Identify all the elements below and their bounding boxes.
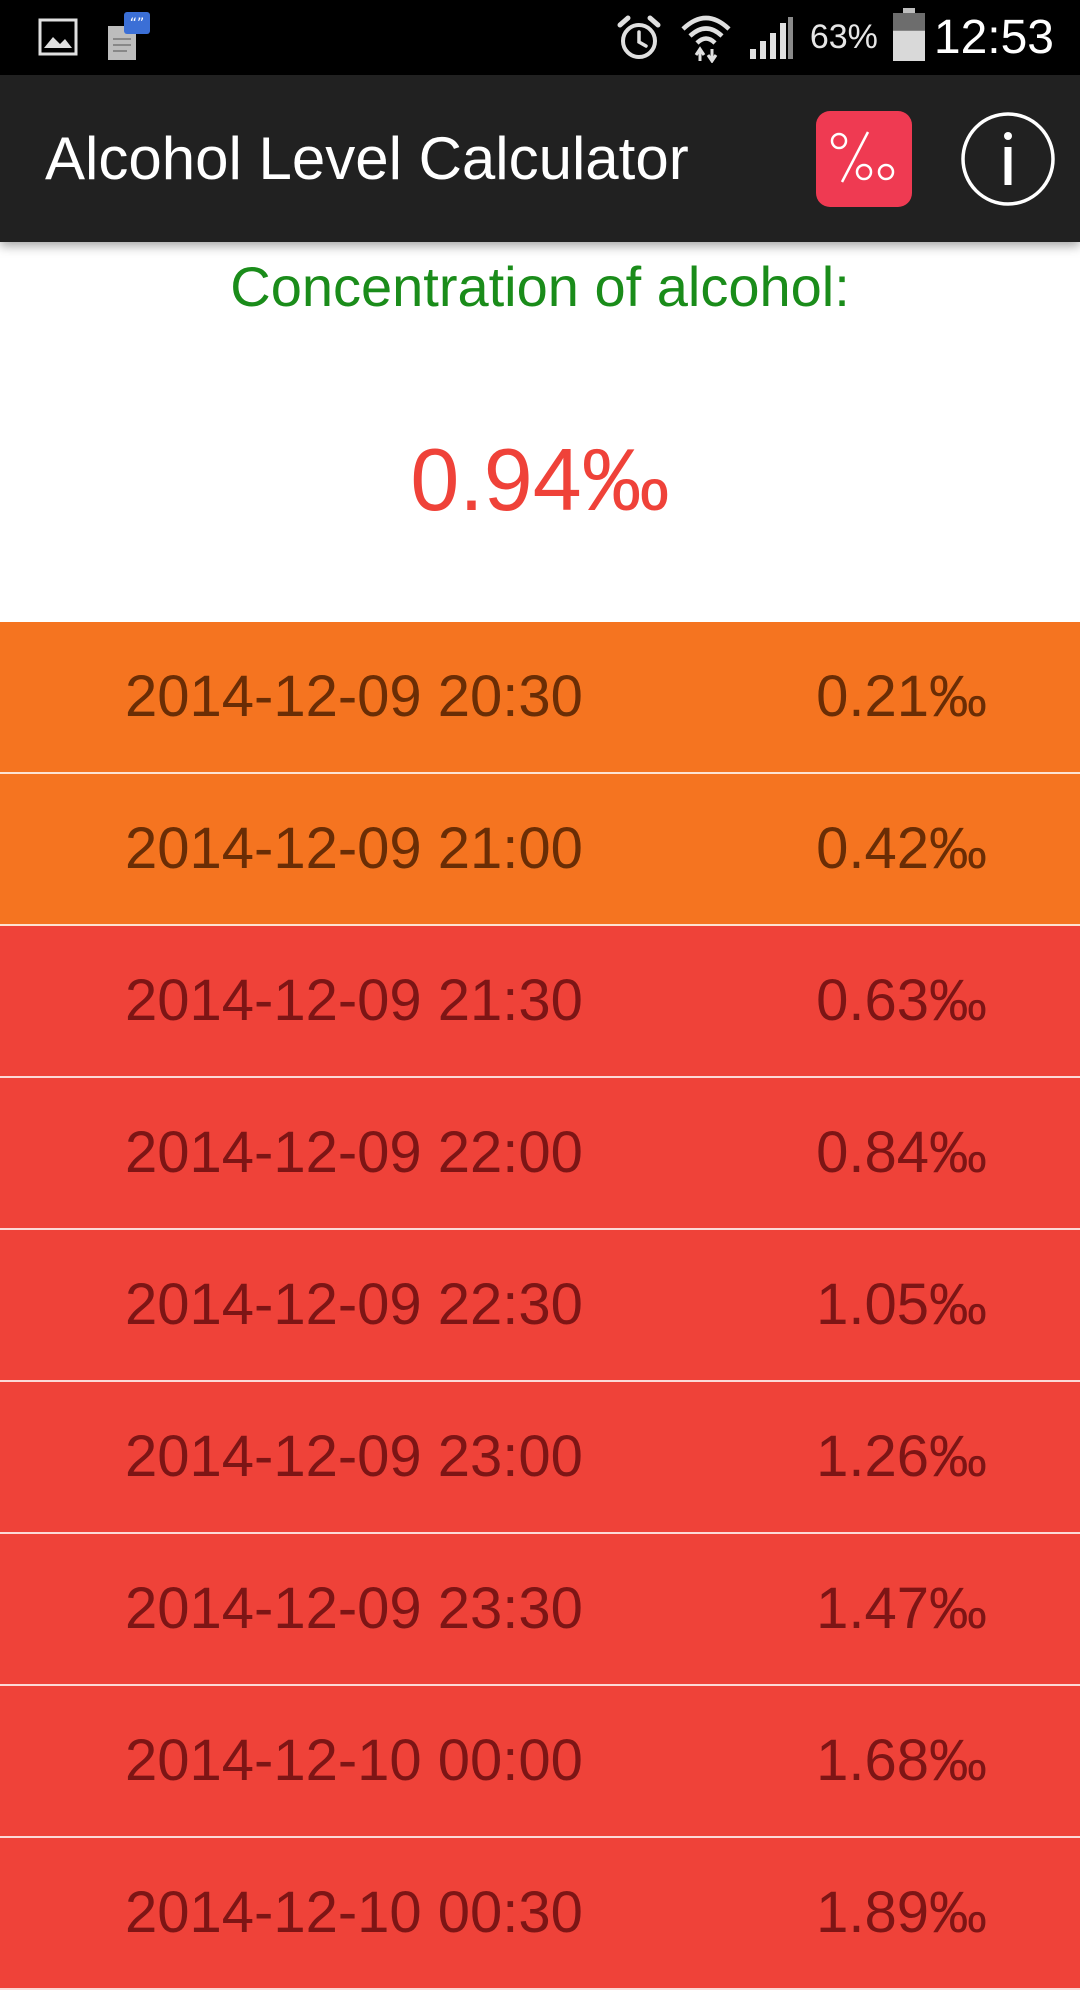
history-row-time: 2014-12-10 00:00: [125, 1728, 583, 1793]
alarm-icon: [614, 13, 664, 63]
history-row-level: 0.21‰: [816, 664, 987, 729]
history-row-time: 2014-12-09 21:30: [125, 968, 583, 1033]
history-row-level: 1.05‰: [816, 1272, 987, 1337]
history-row-time: 2014-12-09 21:00: [125, 816, 583, 881]
permille-icon: [824, 126, 904, 193]
wifi-icon: [680, 13, 732, 63]
history-row-level: 1.68‰: [816, 1728, 987, 1793]
history-row[interactable]: 2014-12-09 23:30 1.47‰: [0, 1534, 1080, 1686]
history-row-level: 0.63‰: [816, 968, 987, 1033]
battery-icon: [892, 8, 926, 67]
battery-percent: 63%: [809, 18, 878, 56]
history-row-time: 2014-12-09 22:00: [125, 1120, 583, 1185]
message-notification-icon: “”: [104, 11, 152, 67]
clock: 12:53: [933, 11, 1054, 64]
history-row-time: 2014-12-09 20:30: [125, 664, 583, 729]
history-row[interactable]: 2014-12-10 00:00 1.68‰: [0, 1686, 1080, 1838]
history-row[interactable]: 2014-12-09 21:30 0.63‰: [0, 926, 1080, 1078]
svg-text:“”: “”: [130, 16, 145, 32]
status-bar: “” 63% 12:53: [0, 0, 1080, 75]
permille-button[interactable]: [816, 111, 912, 207]
history-row-level: 0.84‰: [816, 1120, 987, 1185]
history-row-level: 1.26‰: [816, 1424, 987, 1489]
history-row-time: 2014-12-09 23:30: [125, 1576, 583, 1641]
app-title: Alcohol Level Calculator: [45, 125, 689, 192]
history-row[interactable]: 2014-12-09 23:00 1.26‰: [0, 1382, 1080, 1534]
concentration-value: 0.94‰: [410, 430, 670, 529]
status-icons: 63% 12:53: [614, 0, 1054, 75]
info-icon: [960, 112, 1056, 211]
action-bar: Alcohol Level Calculator: [0, 75, 1080, 242]
history-row[interactable]: 2014-12-09 20:30 0.21‰: [0, 622, 1080, 774]
concentration-label: Concentration of alcohol:: [230, 255, 850, 318]
info-button[interactable]: [960, 111, 1056, 207]
history-list: 2014-12-09 20:30 0.21‰ 2014-12-09 21:00 0.4…: [0, 622, 1080, 1990]
history-row[interactable]: 2014-12-09 22:30 1.05‰: [0, 1230, 1080, 1382]
history-row-level: 1.89‰: [816, 1880, 987, 1945]
history-row-level: 1.47‰: [816, 1576, 987, 1641]
signal-icon: [748, 15, 794, 61]
history-row-time: 2014-12-09 23:00: [125, 1424, 583, 1489]
gallery-icon: [38, 18, 78, 61]
notification-icons: “”: [38, 11, 152, 67]
history-row[interactable]: 2014-12-10 00:30 1.89‰: [0, 1838, 1080, 1990]
history-row[interactable]: 2014-12-09 22:00 0.84‰: [0, 1078, 1080, 1230]
history-row-time: 2014-12-09 22:30: [125, 1272, 583, 1337]
history-row[interactable]: 2014-12-09 21:00 0.42‰: [0, 774, 1080, 926]
history-row-level: 0.42‰: [816, 816, 987, 881]
history-row-time: 2014-12-10 00:30: [125, 1880, 583, 1945]
